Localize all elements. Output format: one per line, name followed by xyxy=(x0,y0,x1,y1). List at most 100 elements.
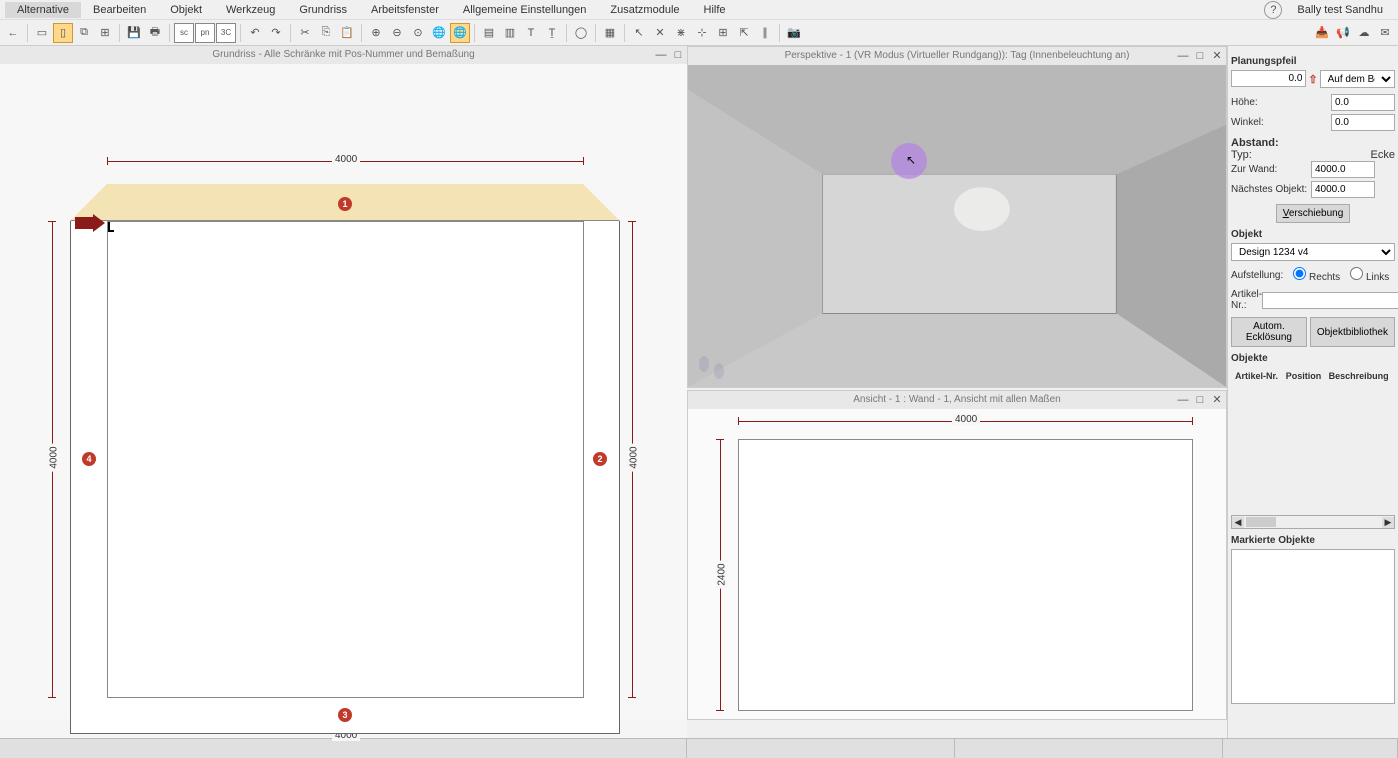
artikelnr-input[interactable] xyxy=(1262,292,1398,309)
ecke-label: Ecke xyxy=(1371,149,1395,161)
perspective-title: Perspektive - 1 (VR Modus (Virtueller Ru… xyxy=(688,47,1226,65)
minimize-icon[interactable]: — xyxy=(1176,393,1190,407)
winkel-input[interactable] xyxy=(1331,114,1395,131)
snap5-icon[interactable]: ∥ xyxy=(755,23,775,43)
grid-icon[interactable]: ⊞ xyxy=(713,23,733,43)
menu-bar: Alternative Bearbeiten Objekt Werkzeug G… xyxy=(0,0,1398,20)
pointer-icon[interactable]: ↖ xyxy=(629,23,649,43)
minimize-icon[interactable]: — xyxy=(654,48,668,62)
perspective-canvas[interactable]: ↖ xyxy=(688,65,1226,387)
maximize-icon[interactable]: □ xyxy=(671,48,685,62)
ecklosung-button[interactable]: Autom. Ecklösung xyxy=(1231,317,1307,347)
text2-icon[interactable]: Ṯ xyxy=(542,23,562,43)
camera-icon[interactable]: 📷 xyxy=(784,23,804,43)
mail-icon[interactable]: ✉ xyxy=(1375,23,1395,43)
snap4-icon[interactable]: ⇱ xyxy=(734,23,754,43)
globe-icon[interactable]: 🌐 xyxy=(429,23,449,43)
sidebar-title: Planungspfeil xyxy=(1231,56,1395,67)
planning-arrow-icon[interactable] xyxy=(75,214,105,235)
paste-icon[interactable]: 📋 xyxy=(337,23,357,43)
ansicht-panel: Ansicht - 1 : Wand - 1, Ansicht mit alle… xyxy=(687,390,1227,720)
verschiebung-button[interactable]: VVerschiebungerschiebung xyxy=(1276,204,1351,223)
menu-alternative[interactable]: Alternative xyxy=(5,2,81,18)
layout-4-icon[interactable]: ⊞ xyxy=(95,23,115,43)
close-icon[interactable]: ✕ xyxy=(1210,49,1224,63)
cursor-icon: ↖ xyxy=(906,153,916,167)
copy-icon[interactable]: ⎘ xyxy=(316,23,336,43)
back-icon[interactable]: ← xyxy=(3,23,23,43)
maximize-icon[interactable]: □ xyxy=(1193,393,1207,407)
col-beschreibung[interactable]: Beschreibung xyxy=(1327,369,1393,383)
cloud-icon[interactable]: ☁ xyxy=(1354,23,1374,43)
wall-badge-1[interactable]: 1 xyxy=(338,197,352,211)
menu-werkzeug[interactable]: Werkzeug xyxy=(214,2,287,18)
nachstes-input[interactable] xyxy=(1311,181,1375,198)
wall-badge-4[interactable]: 4 xyxy=(82,452,96,466)
circle-icon[interactable]: ◯ xyxy=(571,23,591,43)
objekte-table: Artikel-Nr.PositionBeschreibung xyxy=(1231,367,1395,385)
snap3-icon[interactable]: ⊹ xyxy=(692,23,712,43)
perspective-panel: Perspektive - 1 (VR Modus (Virtueller Ru… xyxy=(687,46,1227,388)
menu-hilfe[interactable]: Hilfe xyxy=(692,2,738,18)
winkel-label: Winkel: xyxy=(1231,117,1291,128)
grundriss-title: Grundriss - Alle Schränke mit Pos-Nummer… xyxy=(0,46,687,64)
maximize-icon[interactable]: □ xyxy=(1193,49,1207,63)
floorplan-canvas[interactable]: 4000 4000 4000 4000 1 2 3 4 xyxy=(0,64,687,719)
snap1-icon[interactable]: ✕ xyxy=(650,23,670,43)
note-icon[interactable]: ▤ xyxy=(479,23,499,43)
menu-objekt[interactable]: Objekt xyxy=(158,2,214,18)
text-icon[interactable]: T xyxy=(521,23,541,43)
level-value-input[interactable] xyxy=(1231,70,1306,87)
wall-badge-3[interactable]: 3 xyxy=(338,708,352,722)
col-artikelnr[interactable]: Artikel-Nr. xyxy=(1233,369,1282,383)
close-icon[interactable]: ✕ xyxy=(1210,393,1224,407)
cut-icon[interactable]: ✂ xyxy=(295,23,315,43)
dim-right: 4000 xyxy=(629,443,640,471)
note2-icon[interactable]: ▥ xyxy=(500,23,520,43)
objekt-select[interactable]: Design 1234 v4 xyxy=(1231,243,1395,261)
sc-mode-icon[interactable]: sc xyxy=(174,23,194,43)
layout-2-icon[interactable]: ▯ xyxy=(53,23,73,43)
menu-einstellungen[interactable]: Allgemeine Einstellungen xyxy=(451,2,599,18)
wall-badge-2[interactable]: 2 xyxy=(593,452,607,466)
ansicht-canvas[interactable]: 4000 2400 xyxy=(688,409,1226,719)
level-up-icon: ⇧ xyxy=(1308,73,1317,86)
footsteps-icon xyxy=(694,356,734,381)
menu-grundriss[interactable]: Grundriss xyxy=(287,2,359,18)
links-radio[interactable]: Links xyxy=(1350,267,1389,283)
minimize-icon[interactable]: — xyxy=(1176,49,1190,63)
status-bar xyxy=(0,738,1398,758)
dim-top: 4000 xyxy=(332,154,360,165)
redo-icon[interactable]: ↷ xyxy=(266,23,286,43)
level-select[interactable]: Auf dem Boden xyxy=(1320,70,1395,88)
sidebar: Planungspfeil ⇧ Auf dem Boden Höhe: Wink… xyxy=(1227,46,1398,738)
announce-icon[interactable]: 📢 xyxy=(1333,23,1353,43)
zurwand-input[interactable] xyxy=(1311,161,1375,178)
rechts-radio[interactable]: Rechts xyxy=(1293,267,1340,283)
undo-icon[interactable]: ↶ xyxy=(245,23,265,43)
menu-bearbeiten[interactable]: Bearbeiten xyxy=(81,2,158,18)
menu-arbeitsfenster[interactable]: Arbeitsfenster xyxy=(359,2,451,18)
globe-highlight-icon[interactable]: 🌐 xyxy=(450,23,470,43)
3c-mode-icon[interactable]: 3C xyxy=(216,23,236,43)
inbox-icon[interactable]: 📥 xyxy=(1312,23,1332,43)
markierte-list[interactable] xyxy=(1231,549,1395,704)
bibliothek-button[interactable]: Objektbibliothek xyxy=(1310,317,1395,347)
help-icon[interactable]: ? xyxy=(1264,1,1282,19)
col-position[interactable]: Position xyxy=(1284,369,1325,383)
save-icon[interactable]: 💾 xyxy=(124,23,144,43)
zoom-in-icon[interactable]: ⊕ xyxy=(366,23,386,43)
hoehe-input[interactable] xyxy=(1331,94,1395,111)
markierte-label: Markierte Objekte xyxy=(1231,535,1395,546)
layout-3-icon[interactable]: ⧉ xyxy=(74,23,94,43)
print-icon[interactable]: 🖶 xyxy=(145,23,165,43)
snap2-icon[interactable]: ⋇ xyxy=(671,23,691,43)
list-icon[interactable]: ▦ xyxy=(600,23,620,43)
menu-zusatzmodule[interactable]: Zusatzmodule xyxy=(598,2,691,18)
zoom-fit-icon[interactable]: ⊙ xyxy=(408,23,428,43)
layout-1-icon[interactable]: ▭ xyxy=(32,23,52,43)
zoom-out-icon[interactable]: ⊖ xyxy=(387,23,407,43)
pn-mode-icon[interactable]: pn xyxy=(195,23,215,43)
typ-label: Typ: xyxy=(1231,149,1252,161)
horizontal-scrollbar[interactable]: ◀▶ xyxy=(1231,515,1395,529)
